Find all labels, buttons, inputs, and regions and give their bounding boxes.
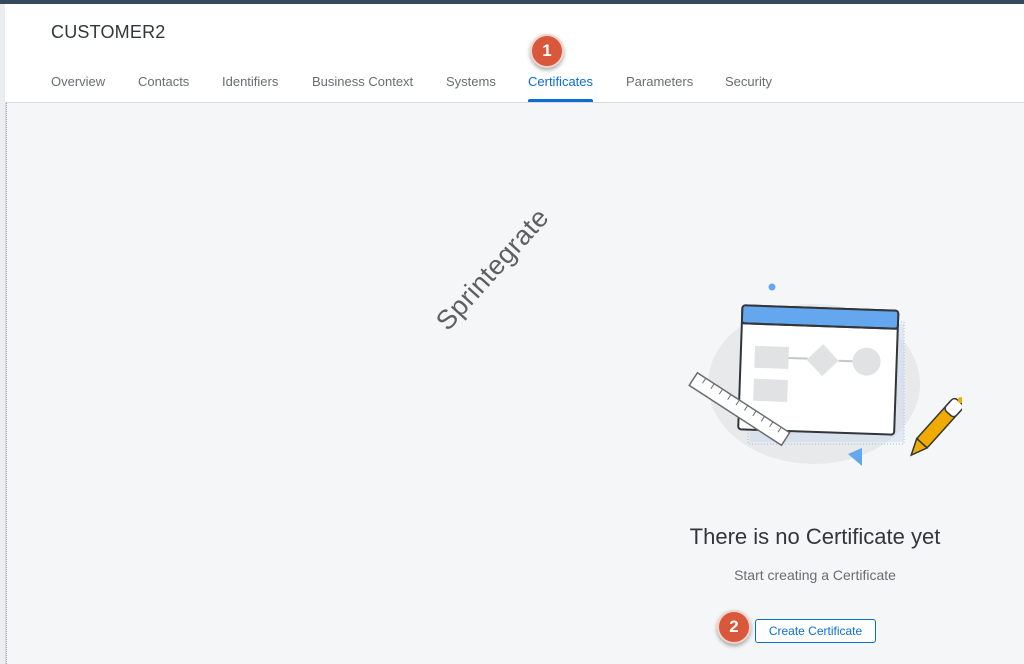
tab-overview[interactable]: Overview: [51, 74, 105, 102]
step-badge-1: 1: [530, 34, 564, 68]
tab-contacts[interactable]: Contacts: [138, 74, 189, 102]
tab-systems[interactable]: Systems: [446, 74, 496, 102]
tab-business-context[interactable]: Business Context: [312, 74, 413, 102]
tab-certificates[interactable]: Certificates: [528, 74, 594, 102]
tab-identifiers[interactable]: Identifiers: [222, 74, 278, 102]
empty-state-subtitle: Start creating a Certificate: [734, 567, 896, 583]
create-certificate-button[interactable]: Create Certificate: [755, 619, 876, 643]
object-header: CUSTOMER2 Overview Contacts Identifiers …: [5, 4, 1024, 103]
tab-parameters[interactable]: Parameters: [626, 74, 693, 102]
empty-state-illustration: [688, 283, 962, 466]
tab-security[interactable]: Security: [725, 74, 772, 102]
empty-state-title: There is no Certificate yet: [689, 524, 941, 549]
page-title: CUSTOMER2: [51, 22, 166, 42]
step-badge-2: 2: [717, 610, 751, 644]
